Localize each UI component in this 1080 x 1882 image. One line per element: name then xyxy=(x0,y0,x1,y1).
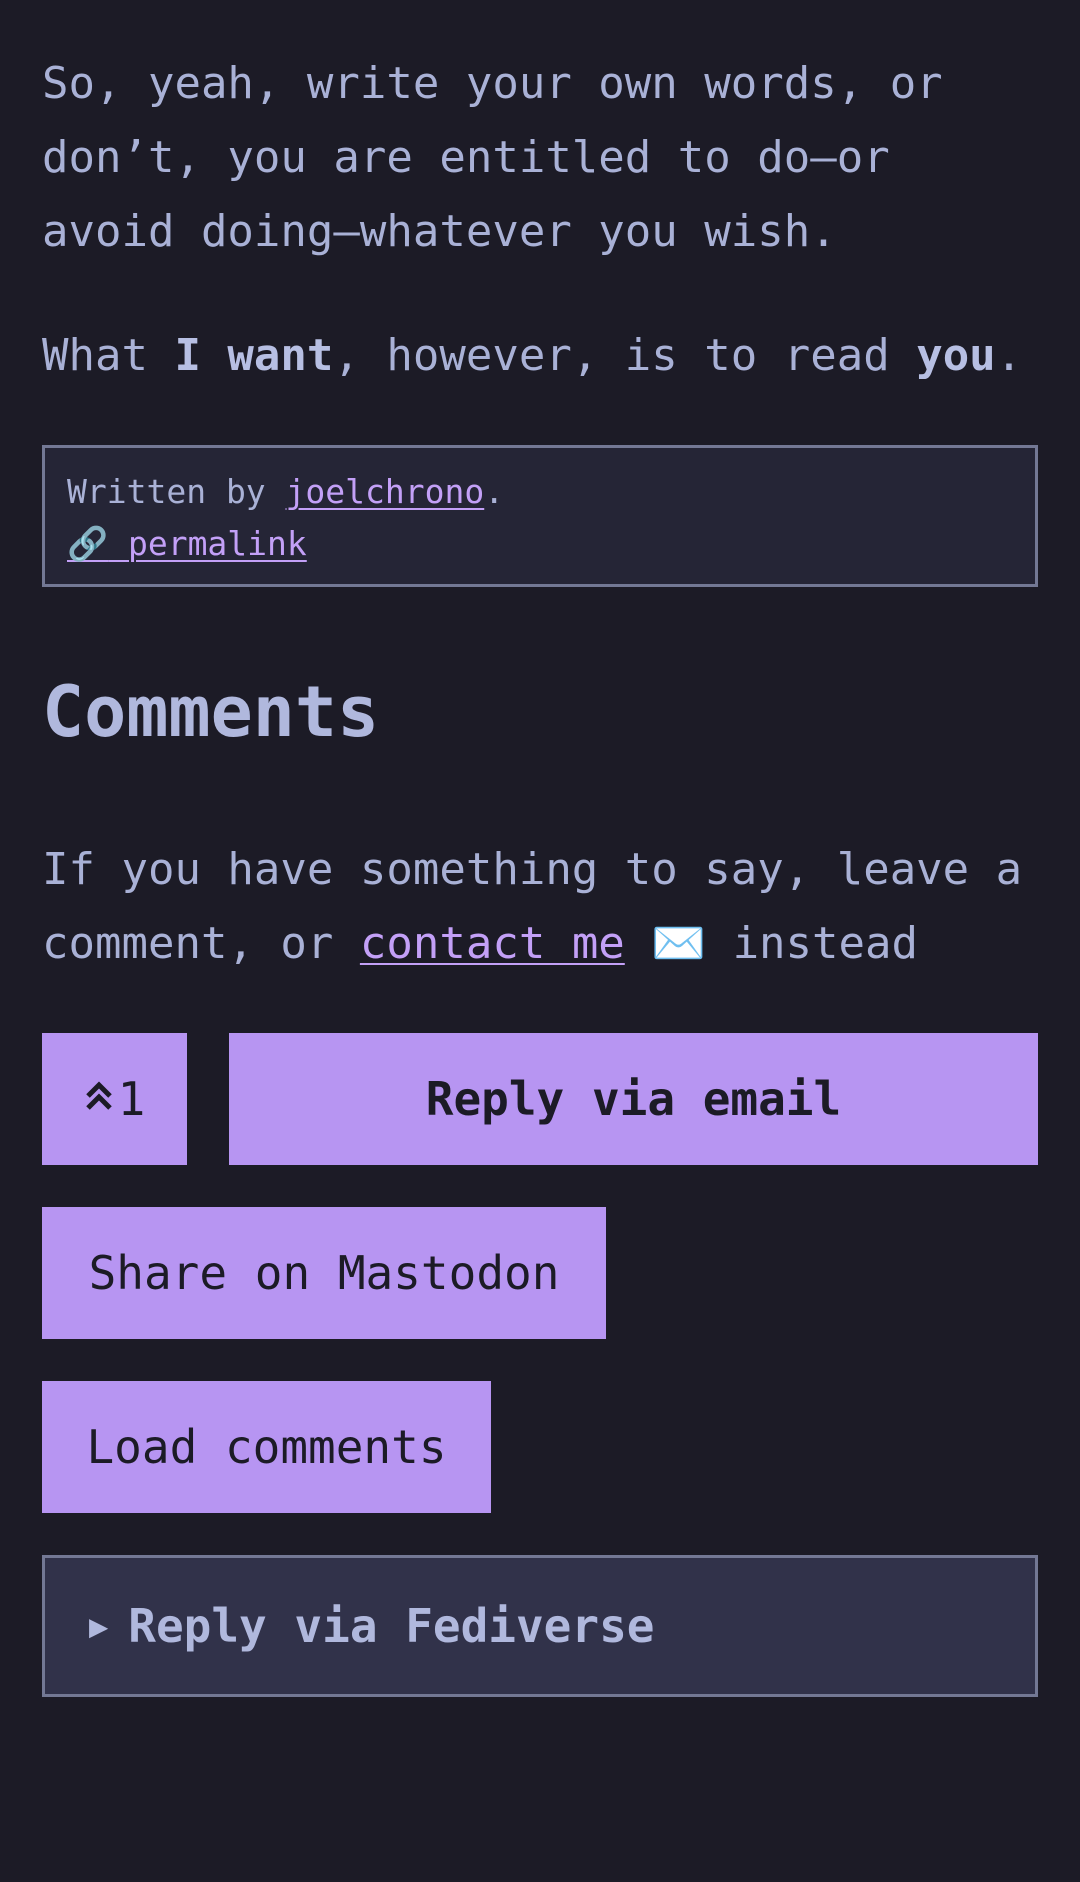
double-chevron-up-svg xyxy=(85,1080,112,1110)
reply-via-fediverse-details[interactable]: ▶ Reply via Fediverse xyxy=(42,1555,1038,1697)
permalink-row: 🔗 permalink xyxy=(67,518,1013,570)
byline-label: Written by xyxy=(67,472,286,511)
author-link[interactable]: joelchrono xyxy=(286,472,485,511)
reply-via-email-button[interactable]: Reply via email xyxy=(229,1033,1038,1165)
intro-text-end: instead xyxy=(732,918,918,969)
post-text: , however, is to read xyxy=(333,330,917,381)
permalink-link[interactable]: 🔗 permalink xyxy=(67,524,307,563)
contact-link[interactable]: contact me xyxy=(360,918,625,969)
link-icon: 🔗 xyxy=(67,524,109,563)
post-meta-box: Written by joelchrono. 🔗 permalink xyxy=(42,445,1038,587)
reply-via-fediverse-label: Reply via Fediverse xyxy=(128,1599,655,1653)
upvote-count: 1 xyxy=(117,1072,146,1126)
share-on-mastodon-button[interactable]: Share on Mastodon xyxy=(42,1207,606,1339)
post-paragraph-2: What I want, however, is to read you. xyxy=(42,319,1038,393)
double-chevron-up-icon xyxy=(84,1079,114,1120)
disclosure-triangle-icon: ▶ xyxy=(89,1607,109,1645)
permalink-label: permalink xyxy=(108,524,307,563)
envelope-icon: ✉️ xyxy=(624,918,733,969)
comments-heading: Comments xyxy=(42,671,380,753)
post-emphasis: you xyxy=(916,330,996,381)
post-text: What xyxy=(42,330,175,381)
byline-period: . xyxy=(484,472,505,511)
load-comments-button[interactable]: Load comments xyxy=(42,1381,491,1513)
comments-intro: If you have something to say, leave a co… xyxy=(42,833,1038,981)
page: So, yeah, write your own words, or don’t… xyxy=(0,0,1080,1697)
upvote-button[interactable]: 1 xyxy=(42,1033,187,1165)
post-paragraph-1: So, yeah, write your own words, or don’t… xyxy=(42,58,943,257)
post-emphasis: I want xyxy=(174,330,334,381)
post-text: . xyxy=(995,330,1023,381)
byline: Written by joelchrono. xyxy=(67,466,1013,518)
comment-actions-row: 1 Reply via email xyxy=(42,1033,1038,1165)
